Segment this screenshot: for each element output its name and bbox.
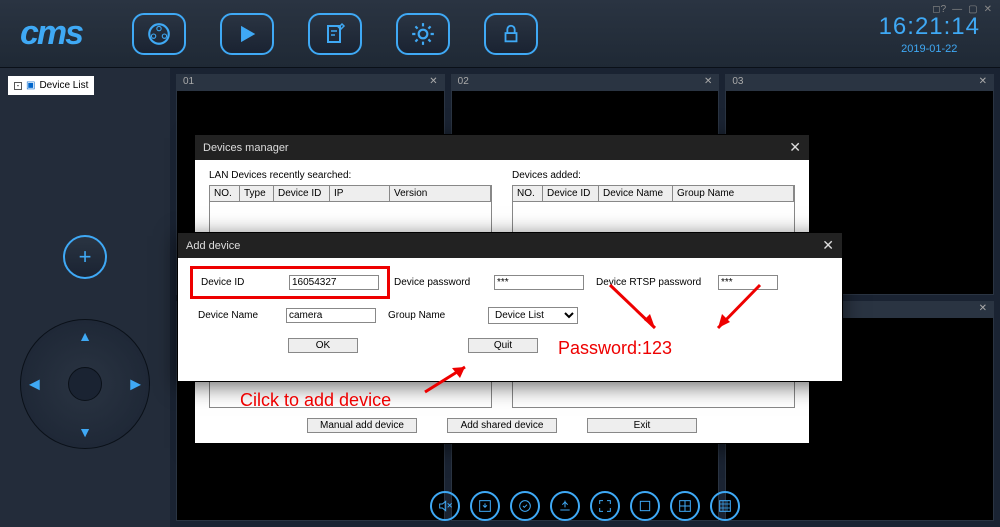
tree-collapse-icon[interactable]: - <box>14 82 22 90</box>
maximize-icon[interactable]: ▢ <box>968 4 977 15</box>
device-rtsp-password-label: Device RTSP password <box>596 277 706 288</box>
device-tree-label: Device List <box>39 80 88 91</box>
quit-button[interactable]: Quit <box>468 338 538 353</box>
device-rtsp-password-input[interactable] <box>718 275 778 290</box>
device-id-input[interactable] <box>289 275 379 290</box>
col-device-id: Device ID <box>274 186 330 201</box>
dpad-down[interactable]: ▼ <box>78 424 92 440</box>
mute-button[interactable] <box>430 491 460 521</box>
dialog-titlebar[interactable]: Add device ✕ <box>178 233 842 258</box>
log-button[interactable] <box>308 13 362 55</box>
col-device-id: Device ID <box>543 186 599 201</box>
dpad-center[interactable] <box>68 367 102 401</box>
add-device-dialog: Add device ✕ Device ID Device password D… <box>177 232 843 382</box>
col-type: Type <box>240 186 274 201</box>
play-icon <box>236 23 258 45</box>
document-edit-icon <box>323 22 347 46</box>
play-button[interactable] <box>220 13 274 55</box>
record-button[interactable] <box>510 491 540 521</box>
import-icon <box>477 498 493 514</box>
dpad-right[interactable]: ▶ <box>130 376 141 393</box>
close-icon[interactable]: ✕ <box>984 4 992 15</box>
col-ip: IP <box>330 186 390 201</box>
cell-number: 01 <box>183 76 194 90</box>
ptz-dpad: ▲ ▼ ◀ ▶ <box>20 319 150 449</box>
fullscreen-icon <box>597 498 613 514</box>
snapshot-button[interactable] <box>470 491 500 521</box>
export-icon <box>557 498 573 514</box>
group-name-label: Group Name <box>388 310 476 321</box>
settings-button[interactable] <box>396 13 450 55</box>
device-password-label: Device password <box>394 277 482 288</box>
clock-time: 16:21:14 <box>879 13 980 41</box>
exit-button[interactable]: Exit <box>587 418 697 433</box>
fullscreen-button[interactable] <box>590 491 620 521</box>
dialog-title: Devices manager <box>203 142 289 154</box>
gear-icon <box>410 21 436 47</box>
cell-close-icon[interactable]: ✕ <box>979 76 987 90</box>
export-button[interactable] <box>550 491 580 521</box>
cell-close-icon[interactable]: ✕ <box>429 76 437 90</box>
col-device-name: Device Name <box>599 186 673 201</box>
dialog-title: Add device <box>186 240 240 252</box>
col-no: NO. <box>210 186 240 201</box>
cell-number: 03 <box>732 76 743 90</box>
col-group-name: Group Name <box>673 186 794 201</box>
add-shared-button[interactable]: Add shared device <box>447 418 557 433</box>
col-version: Version <box>390 186 491 201</box>
record-icon <box>517 498 533 514</box>
device-name-input[interactable] <box>286 308 376 323</box>
layout-9-button[interactable] <box>710 491 740 521</box>
reel-button[interactable] <box>132 13 186 55</box>
device-id-label: Device ID <box>201 277 277 288</box>
cell-close-icon[interactable]: ✕ <box>979 303 987 317</box>
cell-number: 02 <box>458 76 469 90</box>
clock-date: 2019-01-22 <box>879 43 980 55</box>
device-name-label: Device Name <box>198 310 274 321</box>
device-password-input[interactable] <box>494 275 584 290</box>
lock-icon <box>500 23 522 45</box>
layout-single-icon <box>637 498 653 514</box>
dialog-titlebar[interactable]: Devices manager ✕ <box>195 135 809 160</box>
layout-1-button[interactable] <box>630 491 660 521</box>
window-controls: ◻? — ▢ ✕ <box>932 4 992 15</box>
dpad-up[interactable]: ▲ <box>78 328 92 344</box>
cell-close-icon[interactable]: ✕ <box>704 76 712 90</box>
top-bar: cms 16:21:14 2019-01-22 <box>0 0 1000 68</box>
col-no: NO. <box>513 186 543 201</box>
device-tree-root[interactable]: - ▣ Device List <box>8 76 94 95</box>
layout-quad-icon <box>677 498 693 514</box>
ok-button[interactable]: OK <box>288 338 358 353</box>
help-icon[interactable]: ◻? <box>932 4 946 15</box>
group-name-select[interactable]: Device List <box>488 307 578 324</box>
layout-4-button[interactable] <box>670 491 700 521</box>
dpad-left[interactable]: ◀ <box>29 376 40 393</box>
add-device-button[interactable]: + <box>63 235 107 279</box>
lock-button[interactable] <box>484 13 538 55</box>
app-logo: cms <box>20 14 82 53</box>
dialog-close-icon[interactable]: ✕ <box>822 237 834 254</box>
reel-icon <box>146 21 172 47</box>
bottom-toolbar <box>170 487 1000 525</box>
lan-searched-label: LAN Devices recently searched: <box>209 170 492 181</box>
dialog-close-icon[interactable]: ✕ <box>789 139 801 156</box>
layout-nine-icon <box>717 498 733 514</box>
speaker-mute-icon <box>437 498 453 514</box>
sidebar: - ▣ Device List + ▲ ▼ ◀ ▶ <box>0 68 170 527</box>
devices-added-label: Devices added: <box>512 170 795 181</box>
device-id-highlight: Device ID <box>190 266 390 299</box>
minimize-icon[interactable]: — <box>952 4 962 15</box>
manual-add-button[interactable]: Manual add device <box>307 418 417 433</box>
clock: 16:21:14 2019-01-22 <box>879 13 980 55</box>
